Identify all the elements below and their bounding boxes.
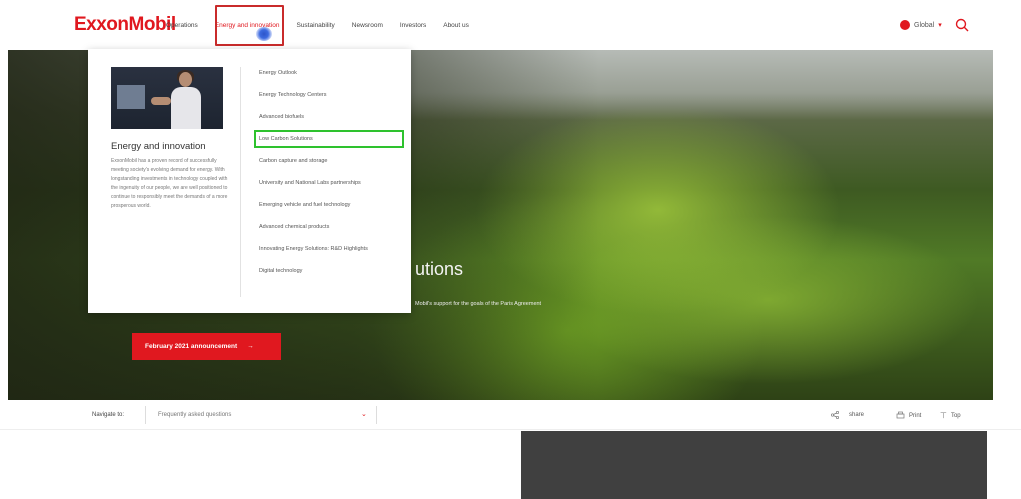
energy-and-innovation-mega-menu: Energy and innovation ExxonMobil has a p… (88, 49, 411, 313)
nav-about-us[interactable]: About us (443, 22, 469, 29)
image-person-head (179, 72, 192, 87)
menu-link-energy-technology-centers[interactable]: Energy Technology Centers (259, 91, 399, 99)
nav-investors[interactable]: Investors (400, 22, 426, 29)
cta-label: February 2021 announcement (145, 343, 238, 350)
globe-icon (900, 20, 910, 30)
top-label: Top (950, 412, 961, 419)
back-to-top-button[interactable]: ⊤ Top (940, 411, 961, 420)
nav-sustainability[interactable]: Sustainability (296, 22, 334, 29)
navigate-to-label: Navigate to: (92, 412, 125, 418)
print-button[interactable]: Print (896, 411, 921, 420)
hero-subtitle: Mobil's support for the goals of the Par… (415, 301, 542, 307)
main-nav: Operations Energy and innovation Sustain… (166, 22, 486, 29)
menu-link-carbon-capture-and-storage[interactable]: Carbon capture and storage (259, 157, 399, 165)
strip-divider (376, 406, 377, 424)
menu-link-innovating-energy-solutions[interactable]: Innovating Energy Solutions: R&D Highlig… (259, 245, 369, 253)
february-2021-announcement-button[interactable]: February 2021 announcement → (132, 333, 281, 360)
image-person-body (171, 87, 201, 129)
image-screen (117, 85, 145, 109)
share-icon (831, 411, 839, 419)
hero-title: utions (415, 259, 464, 279)
menu-link-low-carbon-solutions[interactable]: Low Carbon Solutions (254, 130, 404, 148)
navigate-to-select[interactable]: Frequently asked questions (158, 412, 231, 418)
print-label: Print (909, 412, 922, 419)
nav-operations[interactable]: Operations (166, 22, 198, 29)
region-selector[interactable]: Global ▾ (900, 20, 942, 30)
share-button[interactable]: share (831, 411, 864, 419)
menu-link-university-partnerships[interactable]: University and National Labs partnership… (259, 179, 399, 187)
exxonmobil-logo[interactable]: ExxonMobil (74, 14, 176, 36)
menu-heading[interactable]: Energy and innovation (111, 141, 206, 152)
chevron-down-icon: ▾ (938, 22, 942, 29)
site-header: ExxonMobil Operations Energy and innovat… (0, 0, 1021, 50)
menu-feature-image (111, 67, 223, 129)
menu-divider (240, 67, 241, 297)
menu-link-advanced-biofuels[interactable]: Advanced biofuels (259, 113, 399, 121)
strip-divider (145, 406, 146, 424)
mouse-cursor-marker (256, 27, 272, 41)
nav-newsroom[interactable]: Newsroom (352, 22, 383, 29)
menu-link-emerging-vehicle-fuel[interactable]: Emerging vehicle and fuel technology (259, 201, 399, 209)
active-nav-highlight-box (215, 5, 284, 46)
image-person-hand (151, 97, 171, 105)
region-label: Global (914, 21, 935, 29)
menu-links: Energy Outlook Energy Technology Centers… (254, 69, 404, 275)
chevron-down-icon[interactable]: ⌄ (361, 410, 367, 418)
menu-link-advanced-chemical-products[interactable]: Advanced chemical products (259, 223, 399, 231)
page-nav-strip: Navigate to: Frequently asked questions … (0, 400, 1021, 430)
search-icon[interactable] (955, 18, 969, 32)
arrow-up-icon: ⊤ (940, 411, 947, 420)
arrow-right-icon: → (247, 343, 254, 350)
print-icon (896, 411, 905, 419)
share-label: share (849, 412, 865, 418)
menu-link-digital-technology[interactable]: Digital technology (259, 267, 399, 275)
dark-content-panel (521, 431, 987, 499)
menu-description: ExxonMobil has a proven record of succes… (111, 158, 228, 209)
menu-link-energy-outlook[interactable]: Energy Outlook (259, 69, 399, 77)
